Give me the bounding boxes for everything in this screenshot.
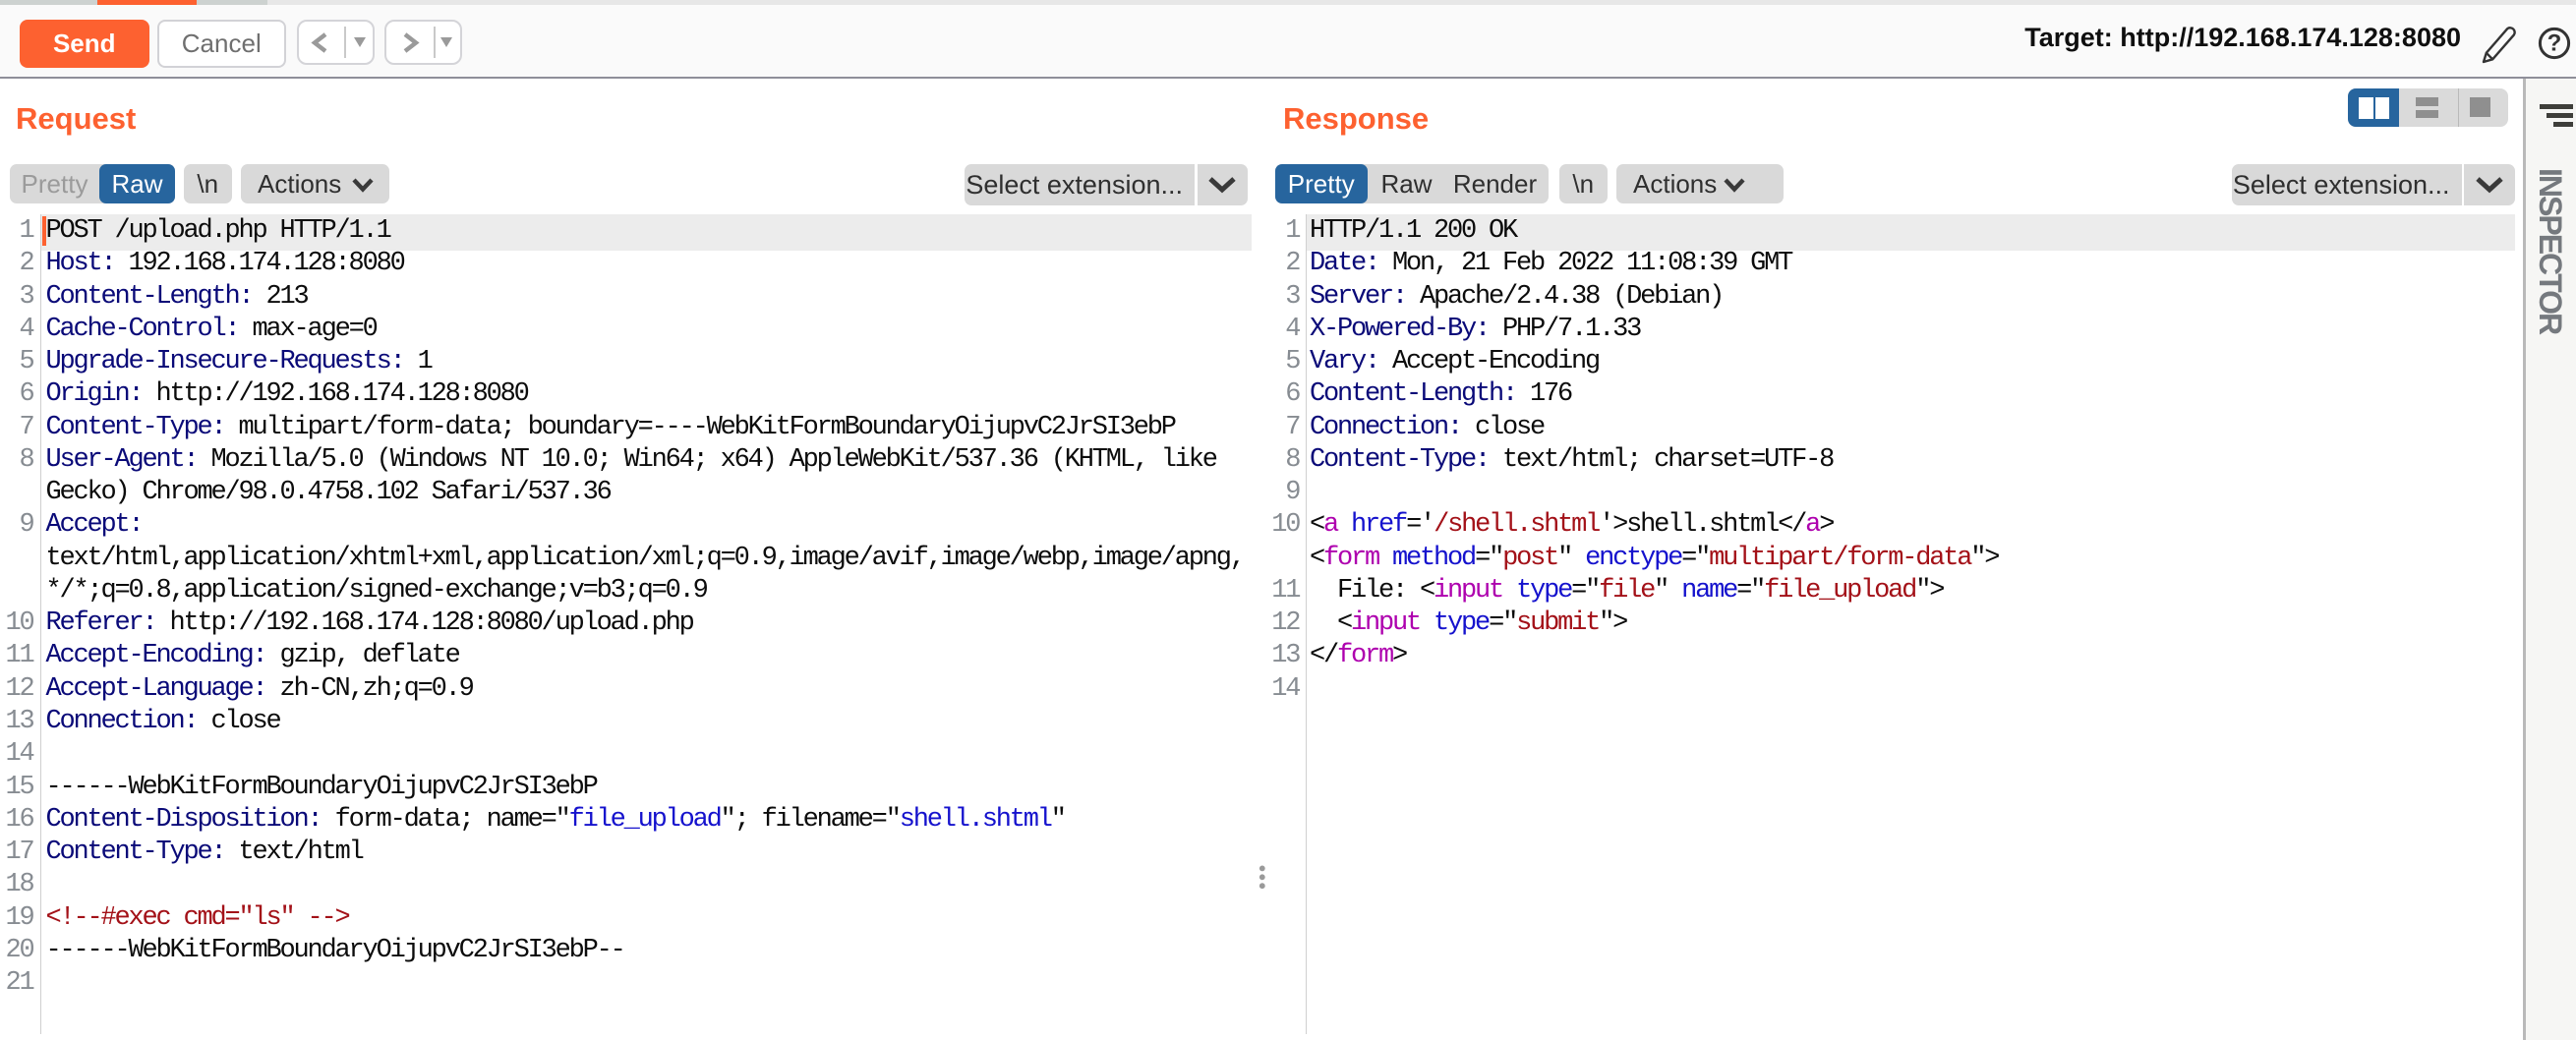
svg-text:?: ? (2547, 30, 2562, 57)
